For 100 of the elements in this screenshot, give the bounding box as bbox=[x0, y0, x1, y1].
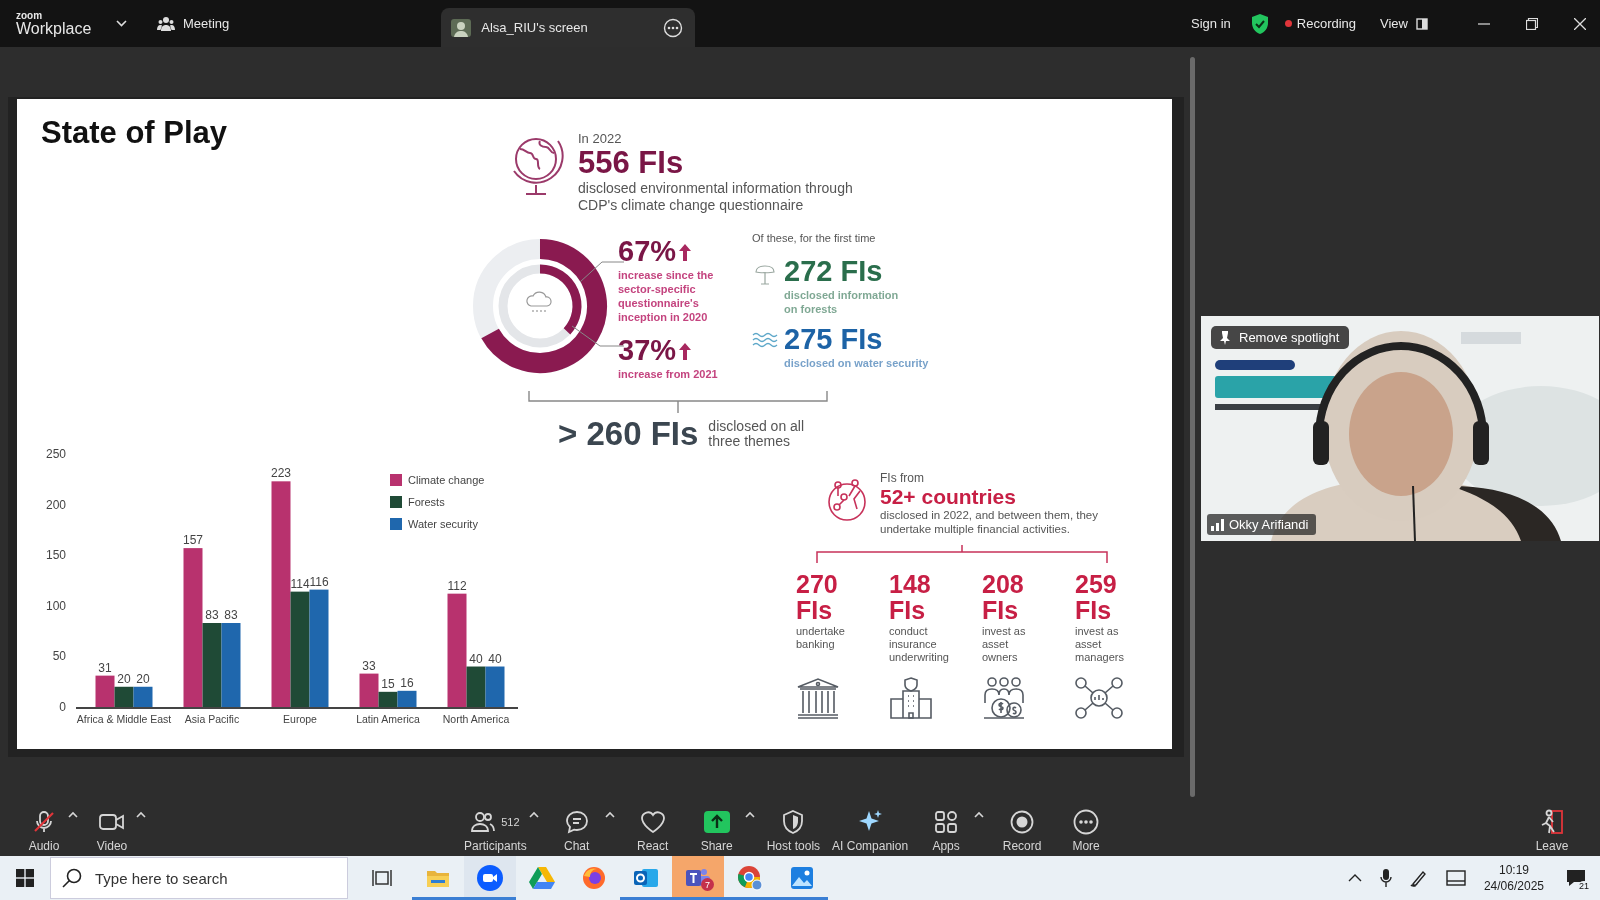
activity-figure: 148 FIs bbox=[889, 570, 932, 624]
caret-icon bbox=[974, 811, 985, 818]
heart-icon bbox=[639, 810, 666, 834]
microphone-icon[interactable] bbox=[1379, 869, 1392, 887]
people-coins-icon bbox=[982, 677, 1026, 720]
chevron-up-icon[interactable] bbox=[1347, 874, 1362, 882]
y-tick-label: 0 bbox=[59, 700, 66, 714]
x-category-label: Latin America bbox=[356, 713, 420, 725]
apps-icon bbox=[934, 810, 959, 834]
bar bbox=[133, 686, 153, 707]
more-icon bbox=[663, 17, 684, 38]
legend-label: Water security bbox=[408, 518, 478, 530]
y-tick-label: 200 bbox=[45, 497, 66, 512]
activity-caption: invest as asset owners bbox=[982, 625, 1027, 666]
video-camera-icon bbox=[99, 812, 125, 832]
tab-label: Alsa_RIU's screen bbox=[481, 20, 589, 35]
logo-caption: zoom bbox=[16, 10, 44, 21]
x-category-label: Europe bbox=[283, 713, 317, 725]
react-button[interactable]: React bbox=[622, 797, 683, 853]
more-icon bbox=[1073, 809, 1100, 835]
taskbar-app-button[interactable]: 7 bbox=[672, 856, 724, 900]
description-text: disclosed environmental information through CDP's climate change questionnaire bbox=[578, 180, 854, 214]
browser-icon bbox=[582, 865, 606, 890]
y-tick-label: 250 bbox=[45, 447, 66, 461]
activity-caption: undertake banking bbox=[796, 625, 846, 653]
clock-date: 24/06/2025 bbox=[1483, 878, 1544, 895]
bar-value-label: 20 bbox=[136, 671, 150, 686]
bar-value-label: 116 bbox=[309, 574, 329, 589]
caret-icon bbox=[68, 811, 78, 818]
countries-caption: FIs from bbox=[880, 470, 925, 485]
notification-count: 21 bbox=[1578, 881, 1590, 891]
recording-dot bbox=[1284, 20, 1292, 27]
bar-value-label: 157 bbox=[183, 533, 203, 548]
pen-icon[interactable] bbox=[1409, 869, 1428, 887]
y-tick-label: 50 bbox=[52, 649, 66, 664]
meeting-tab[interactable]: Meeting bbox=[157, 15, 230, 32]
host-button[interactable]: Host tools bbox=[762, 797, 825, 853]
screen-share-tab[interactable]: Alsa_RIU's screen bbox=[441, 8, 696, 47]
scrollbar[interactable] bbox=[1190, 57, 1195, 797]
activity-figure: 259 FIs bbox=[1075, 570, 1118, 624]
recording-label: Recording bbox=[1296, 16, 1357, 31]
record-button[interactable]: Record bbox=[992, 797, 1053, 853]
activity-caption: conduct insurance underwriting bbox=[889, 625, 950, 666]
avatar-icon bbox=[451, 18, 472, 37]
network-icon bbox=[1075, 677, 1123, 720]
x-category-label: Africa & Middle East bbox=[76, 713, 172, 725]
tablet-icon[interactable] bbox=[1445, 870, 1466, 886]
audio-button[interactable]: Audio bbox=[14, 797, 74, 853]
legend-label: Climate change bbox=[408, 474, 485, 486]
bar bbox=[397, 690, 417, 707]
restore-icon[interactable] bbox=[1526, 17, 1538, 30]
apps-button[interactable]: Apps bbox=[916, 797, 977, 853]
caret-icon bbox=[604, 811, 615, 818]
view-button[interactable]: View bbox=[1380, 16, 1428, 31]
bar-value-label: 20 bbox=[117, 671, 131, 686]
section-caption: Of these, for the first time bbox=[752, 231, 877, 244]
ai-button[interactable]: AI Companion bbox=[828, 797, 913, 853]
bar-value-label: 40 bbox=[488, 651, 502, 666]
activity-caption: invest as asset managers bbox=[1075, 625, 1125, 666]
bar-value-label: 114 bbox=[290, 576, 310, 591]
triangle-app-icon bbox=[529, 866, 555, 889]
chevron-down-icon bbox=[116, 20, 127, 27]
clock[interactable]: 10:19 24/06/2025 bbox=[1483, 861, 1544, 895]
record-icon bbox=[1010, 810, 1035, 834]
leave-button[interactable]: Leave bbox=[1522, 797, 1582, 853]
more-button[interactable]: More bbox=[1056, 797, 1117, 853]
caret-icon bbox=[528, 811, 539, 818]
search-field[interactable]: Type here to search bbox=[50, 857, 348, 899]
shield-icon bbox=[782, 810, 805, 834]
share-button[interactable]: Share bbox=[686, 797, 747, 853]
bar-value-label: 33 bbox=[362, 658, 376, 673]
people-icon bbox=[471, 811, 496, 833]
bar-value-label: 83 bbox=[224, 608, 238, 622]
dropdown-button[interactable] bbox=[116, 20, 127, 27]
countries-figure: 52+ countries bbox=[880, 484, 1017, 509]
shield-check-icon bbox=[1250, 13, 1269, 34]
countries-description: disclosed in 2022, and between them, they undertake multiple financial activities. bbox=[880, 508, 1098, 537]
bar-value-label: 40 bbox=[469, 651, 483, 666]
y-tick-label: 100 bbox=[45, 598, 66, 613]
leave-icon bbox=[1540, 809, 1564, 835]
bank-icon bbox=[796, 677, 840, 720]
caret-icon bbox=[136, 811, 146, 818]
participants-button[interactable]: 512 Participants bbox=[460, 797, 531, 853]
close-icon[interactable] bbox=[1574, 17, 1586, 30]
windows-icon bbox=[16, 869, 34, 887]
chat-button[interactable]: Chat bbox=[546, 797, 607, 853]
y-tick-label: 150 bbox=[45, 548, 66, 563]
remove-spotlight-button[interactable]: Remove spotlight bbox=[1211, 326, 1350, 349]
pin-icon bbox=[1219, 330, 1231, 345]
clock-time: 10:19 bbox=[1498, 861, 1529, 878]
sign-in-button[interactable]: Sign in bbox=[1191, 16, 1231, 31]
video-button[interactable]: Video bbox=[82, 797, 142, 853]
figure-value: 272 FIs bbox=[784, 255, 884, 288]
bar-value-label: 16 bbox=[400, 675, 414, 690]
up-arrow-icon bbox=[678, 341, 693, 360]
more-options-button[interactable] bbox=[663, 17, 684, 38]
people-icon bbox=[157, 15, 175, 32]
taskbar-app-button[interactable] bbox=[464, 856, 516, 900]
video-app-icon bbox=[477, 864, 503, 891]
bar-value-label: 83 bbox=[205, 608, 219, 622]
